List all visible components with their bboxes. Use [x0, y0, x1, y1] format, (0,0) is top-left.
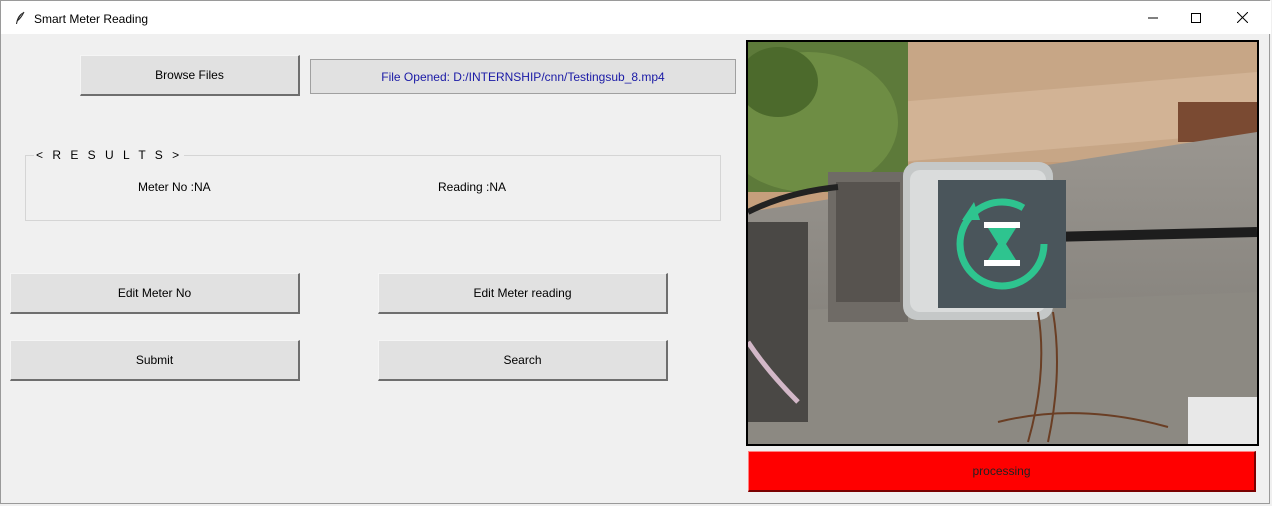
maximize-icon [1191, 12, 1201, 23]
hourglass-refresh-icon [938, 180, 1066, 308]
meter-no-value: Meter No :NA [138, 180, 211, 194]
results-panel: < R E S U L T S > Meter No :NA Reading :… [25, 148, 721, 221]
file-opened-label: File Opened: D:/INTERNSHIP/cnn/Testingsu… [310, 59, 736, 94]
results-legend: < R E S U L T S > [34, 148, 185, 162]
browse-files-button[interactable]: Browse Files [80, 55, 300, 96]
edit-meter-no-button[interactable]: Edit Meter No [10, 273, 300, 314]
minimize-button[interactable] [1130, 1, 1176, 34]
edit-meter-reading-button[interactable]: Edit Meter reading [378, 273, 668, 314]
close-icon [1236, 12, 1248, 23]
submit-button[interactable]: Submit [10, 340, 300, 381]
minimize-icon [1148, 17, 1158, 18]
reading-value: Reading :NA [438, 180, 507, 194]
search-button[interactable]: Search [378, 340, 668, 381]
feather-icon [16, 11, 25, 24]
maximize-button[interactable] [1173, 1, 1219, 34]
close-button[interactable] [1219, 1, 1265, 34]
processing-status-bar: processing [748, 451, 1256, 492]
title-bar: Smart Meter Reading [1, 1, 1271, 34]
app-window: Smart Meter Reading Browse Files File Op… [0, 0, 1271, 504]
video-frame [748, 42, 1257, 444]
video-preview [746, 40, 1259, 446]
window-title: Smart Meter Reading [34, 12, 149, 26]
